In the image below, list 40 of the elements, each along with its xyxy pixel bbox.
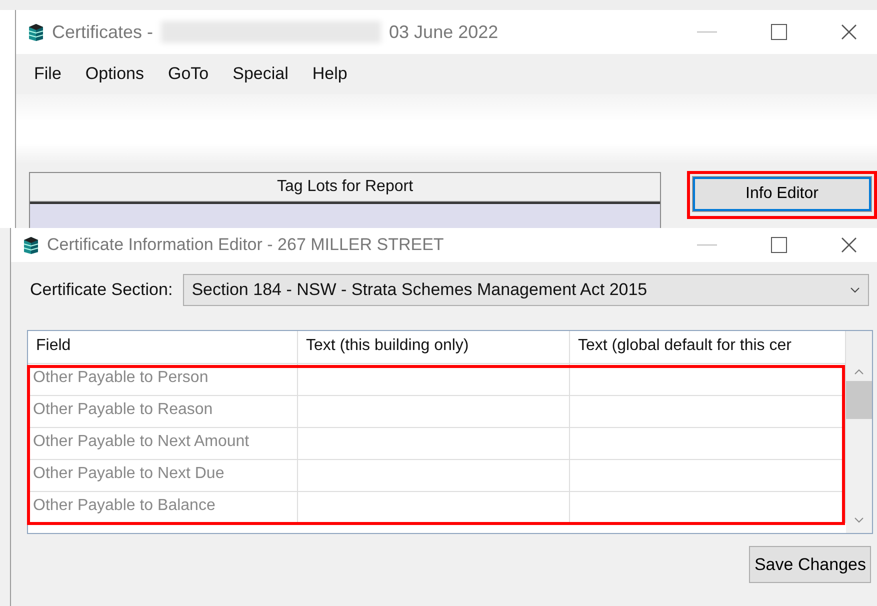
empty-cell[interactable] <box>570 395 846 427</box>
chevron-down-icon[interactable] <box>854 517 864 523</box>
empty-cell[interactable] <box>570 459 846 491</box>
empty-cell[interactable] <box>570 491 846 523</box>
minimize-icon[interactable] <box>697 244 717 246</box>
empty-cell[interactable] <box>298 427 570 459</box>
empty-cell[interactable] <box>570 363 846 395</box>
minimize-icon[interactable] <box>697 31 717 33</box>
menu-item[interactable]: Options <box>73 64 156 84</box>
table-cell: Other Payable to Next Due <box>28 459 298 491</box>
menu-item[interactable]: Help <box>300 64 360 84</box>
section-dropdown[interactable]: Section 184 - NSW - Strata Schemes Management Act 2015 <box>182 274 869 306</box>
table-cell: Other Payable to Reason <box>28 395 298 427</box>
chevron-up-icon[interactable] <box>854 369 864 375</box>
window-title-date: 03 June 2022 <box>389 22 498 42</box>
empty-cell[interactable] <box>298 395 570 427</box>
app-icon <box>28 22 44 42</box>
maximize-icon[interactable] <box>771 24 787 40</box>
empty-cell[interactable] <box>570 427 846 459</box>
window-title: Certificates - <box>52 22 154 42</box>
table-cell: Other Payable to Balance <box>28 491 298 523</box>
scrollbar[interactable] <box>846 331 872 533</box>
close-icon[interactable] <box>841 237 857 253</box>
menu-item[interactable]: GoTo <box>156 64 221 84</box>
empty-cell[interactable] <box>298 363 570 395</box>
empty-cell[interactable] <box>298 459 570 491</box>
info-editor-button[interactable]: Info Editor <box>693 177 871 211</box>
menu-item[interactable]: Special <box>220 64 300 84</box>
close-icon[interactable] <box>841 24 857 40</box>
maximize-icon[interactable] <box>771 237 787 253</box>
table-cell: Other Payable to Person <box>28 363 298 395</box>
chevron-down-icon <box>850 287 860 293</box>
menu-item[interactable]: File <box>22 64 74 84</box>
table-cell: Other Payable to Next Amount <box>28 427 298 459</box>
scrollbar-thumb[interactable] <box>846 381 872 419</box>
save-changes-button[interactable]: Save Changes <box>749 546 871 583</box>
field-label: Certificate Section: <box>30 280 173 300</box>
empty-cell[interactable] <box>298 491 570 523</box>
window-title: Certificate Information Editor - 267 MILLER STREET <box>47 235 444 255</box>
app-icon <box>23 235 39 255</box>
